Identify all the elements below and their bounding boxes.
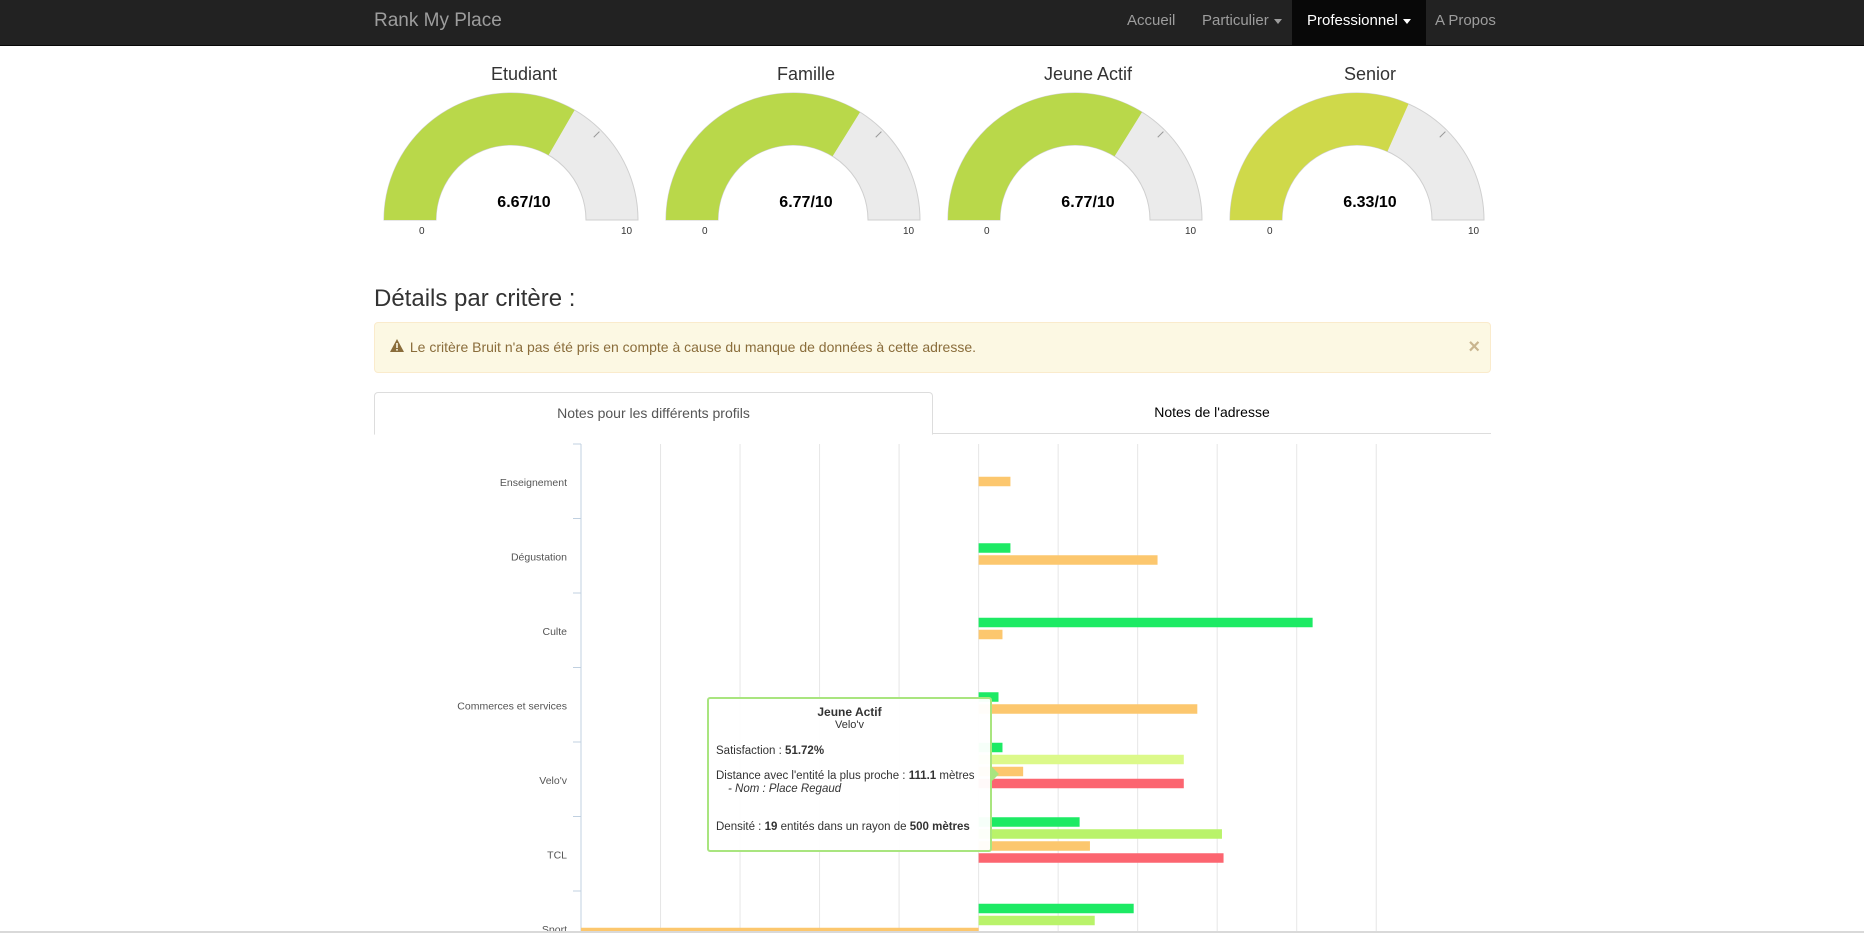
tab-notes-adresse[interactable]: Notes de l'adresse <box>933 392 1491 434</box>
nav-apropos[interactable]: A Propos <box>1420 0 1511 46</box>
nav-professionnel-dropdown[interactable]: Professionnel <box>1292 0 1426 46</box>
bar <box>978 476 1011 487</box>
gauge-max: 10 <box>903 226 915 237</box>
satisfaction-value: 51.72% <box>785 745 825 757</box>
distance-unit: mètres <box>936 770 975 782</box>
gauge-title: Famille <box>776 64 835 84</box>
tooltip-title: Jeune Actif <box>817 705 882 719</box>
caret-down-icon <box>1402 18 1411 24</box>
warning-icon <box>390 339 404 355</box>
gauge-value: 6.33/10 <box>1343 194 1397 211</box>
tab-bar: Notes pour les différents profils Notes … <box>374 392 1491 435</box>
gauge-famille: Famille 6.77/10 0 10 <box>665 62 947 242</box>
bar <box>978 617 1313 628</box>
category-label: Commerces et services <box>457 701 567 713</box>
gauge-min: 0 <box>702 226 708 237</box>
gauge-value: 6.67/10 <box>497 194 551 211</box>
navbar: Rank My Place Accueil Particulier Profes… <box>0 0 1864 46</box>
gauge-value: 6.77/10 <box>779 194 833 211</box>
densite-count: 19 <box>764 821 778 833</box>
tooltip-distance: Distance avec l'entité la plus proche : … <box>716 770 983 782</box>
category-label: Dégustation <box>511 552 567 564</box>
alert-text: Le critère Bruit n'a pas été pris en com… <box>409 339 977 355</box>
gauge-min: 0 <box>1267 226 1273 237</box>
distance-label: Distance avec l'entité la plus proche : <box>716 770 909 782</box>
gauge-title: Etudiant <box>490 64 558 84</box>
densite-radius: 500 mètres <box>909 821 970 833</box>
tooltip-densite: Densité : 19 entités dans un rayon de 50… <box>716 821 983 833</box>
tooltip-nom: - Nom : Place Regaud <box>728 783 842 795</box>
bar <box>978 778 1184 789</box>
category-label: TCL <box>547 850 567 862</box>
bar <box>978 829 1222 839</box>
bar <box>978 903 1134 914</box>
gauge-min: 0 <box>984 226 990 237</box>
gauge-jeune-actif: Jeune Actif 6.77/10 0 10 <box>947 62 1229 242</box>
gauge-max: 10 <box>1185 226 1197 237</box>
gauge-senior: Senior 6.33/10 0 10 <box>1229 62 1511 242</box>
tooltip-subtitle: Velo'v <box>834 719 864 731</box>
nav-particulier-label: Particulier <box>1202 12 1269 29</box>
tooltip-satisfaction: Satisfaction : 51.72% <box>716 745 983 757</box>
bar <box>978 817 1080 827</box>
nav-accueil[interactable]: Accueil <box>1112 0 1190 46</box>
nav-accueil-label: Accueil <box>1127 12 1176 29</box>
gauge-min: 0 <box>419 226 425 237</box>
gauge-etudiant: Etudiant 6.67/10 0 10 <box>383 62 665 242</box>
criteria-bar-chart: Enseignement Dégustation Culte Commerces et… <box>457 443 1377 933</box>
gauge-value: 6.77/10 <box>1061 194 1115 211</box>
nav-professionnel-label: Professionnel <box>1307 12 1398 29</box>
distance-value: 111.1 <box>908 770 937 782</box>
tab-notes-profils[interactable]: Notes pour les différents profils <box>374 392 933 435</box>
bar <box>978 915 1095 926</box>
chart-tooltip: Jeune Actif Velo'v Satisfaction : 51.72%… <box>707 697 992 852</box>
gauge-title: Jeune Actif <box>1043 64 1133 84</box>
bar <box>978 853 1224 863</box>
nav-particulier-dropdown[interactable]: Particulier <box>1187 0 1297 46</box>
warning-alert: Le critère Bruit n'a pas été pris en com… <box>374 322 1491 373</box>
gauge-title: Senior <box>1343 64 1397 84</box>
bar <box>978 629 1003 640</box>
close-icon[interactable]: × <box>1468 336 1480 359</box>
bar <box>978 543 1011 553</box>
category-label: Culte <box>542 626 567 638</box>
densite-label: Densité : <box>716 821 765 833</box>
gauge-max: 10 <box>1468 226 1480 237</box>
nav-apropos-label: A Propos <box>1435 12 1496 29</box>
brand-logo[interactable]: Rank My Place <box>374 10 502 32</box>
satisfaction-label: Satisfaction : <box>716 745 786 757</box>
category-label: Enseignement <box>500 477 567 489</box>
caret-down-icon <box>1273 18 1282 24</box>
category-label: Velo'v <box>539 775 567 787</box>
bar <box>978 555 1158 565</box>
bar <box>978 754 1184 765</box>
section-title: Détails par critère : <box>374 285 576 312</box>
gauge-max: 10 <box>621 226 633 237</box>
bar <box>978 841 1090 851</box>
densite-mid: entités dans un rayon de <box>777 821 910 833</box>
bar <box>978 704 1198 714</box>
tooltip-arrow <box>992 767 999 781</box>
